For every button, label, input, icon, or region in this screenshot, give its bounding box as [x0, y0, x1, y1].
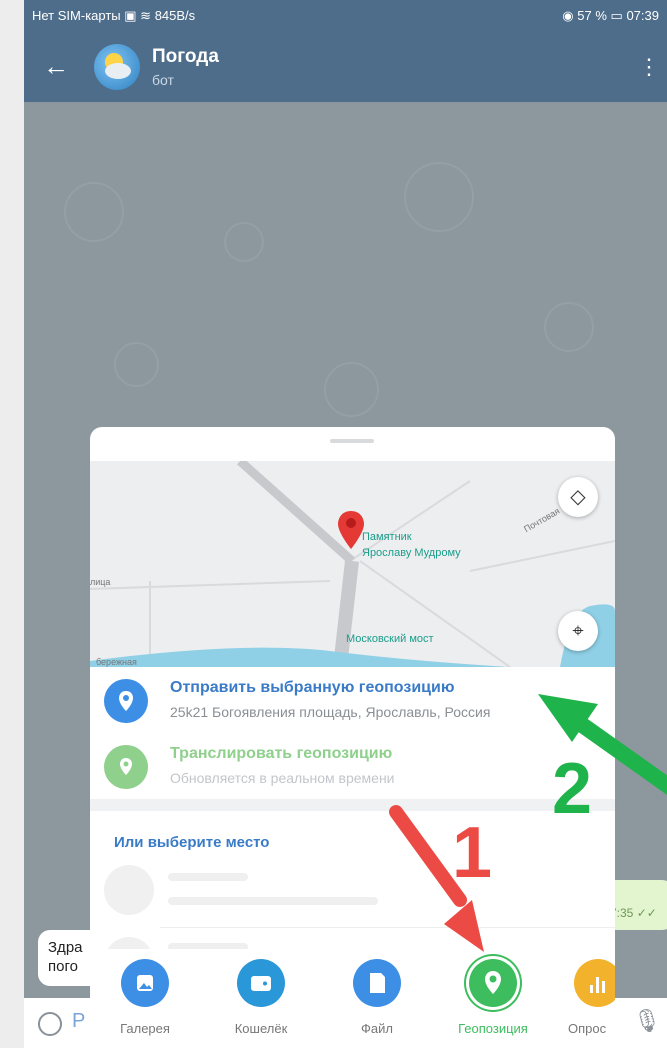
chat-header: ← Погода бот ⋮ [24, 32, 667, 102]
message-time: 7:35 ✓✓ [610, 906, 657, 920]
live-location-icon [104, 745, 148, 789]
send-location-address: 25k21 Богоявления площадь, Ярославль, Ро… [170, 704, 491, 720]
tab-label: Геопозиция [458, 1021, 528, 1036]
background-doodle [224, 222, 264, 262]
tab-label: Кошелёк [234, 1021, 288, 1036]
message-text: Здра пого [48, 939, 83, 975]
gallery-icon [121, 959, 169, 1007]
status-bar: Нет SIM-карты ▣ ≋ 845B/s ◉ 57 % ▭ 07:39 [24, 0, 667, 32]
sheet-drag-handle[interactable] [330, 439, 374, 443]
tab-label: Опрос [568, 1021, 607, 1036]
emoji-icon[interactable] [38, 1012, 62, 1036]
list-divider [160, 927, 615, 928]
status-right: ◉ 57 % ▭ 07:39 [562, 8, 659, 24]
tab-gallery[interactable]: Галерея [100, 959, 190, 1036]
location-tab-icon [469, 959, 517, 1007]
bridge-label: Московский мост [346, 633, 434, 645]
attach-menu-tabs: Галерея Кошелёк Файл Геопозиция Опрос [90, 949, 615, 1048]
chat-title[interactable]: Погода [152, 46, 219, 68]
place-placeholder-line [168, 897, 378, 905]
message-input[interactable]: Р [72, 1010, 85, 1033]
annotation-number-1: 1 [452, 813, 493, 893]
send-location-title: Отправить выбранную геопозицию [170, 679, 455, 696]
tab-location[interactable]: Геопозиция [448, 959, 538, 1036]
annotation-number-2: 2 [552, 749, 593, 829]
poll-icon [574, 959, 615, 1007]
tab-wallet[interactable]: Кошелёк [216, 959, 306, 1036]
signal-icon: ▣ ≋ [124, 8, 152, 23]
map-layers-icon[interactable]: ◇ [558, 477, 598, 517]
chat-subtitle: бот [152, 72, 174, 88]
section-divider [90, 799, 615, 811]
background-doodle [544, 302, 594, 352]
back-arrow-icon[interactable]: ← [38, 48, 74, 84]
more-menu-icon[interactable]: ⋮ [637, 50, 661, 84]
phone-screen: Нет SIM-карты ▣ ≋ 845B/s ◉ 57 % ▭ 07:39 … [24, 0, 667, 1048]
live-location-subtitle: Обновляется в реальном времени [170, 770, 395, 786]
my-location-icon[interactable]: ⌖ [558, 611, 598, 651]
network-speed: 845B/s [154, 8, 196, 23]
background-doodle [404, 162, 474, 232]
tab-poll[interactable]: Опрос [564, 959, 615, 1036]
microphone-icon[interactable]: 🎙 [633, 1008, 661, 1038]
map-view[interactable]: Памятник Ярославу Мудрому Московский мос… [90, 461, 615, 667]
background-doodle [114, 342, 159, 387]
weather-cloud-icon [105, 53, 131, 79]
battery-level: 57 % [577, 8, 607, 23]
tab-label: Галерея [120, 1021, 170, 1036]
send-selected-location[interactable]: Отправить выбранную геопозицию 25k21 Бог… [90, 667, 615, 733]
landmark-label: Памятник [362, 531, 412, 543]
places-section-title: Или выберите место [114, 834, 270, 851]
battery-icon: ▭ [610, 8, 623, 23]
road-label: лица [90, 577, 111, 587]
status-left: Нет SIM-карты ▣ ≋ 845B/s [32, 8, 195, 24]
tab-file[interactable]: Файл [332, 959, 422, 1036]
background-doodle [324, 362, 379, 417]
live-location-title: Транслировать геопозицию [170, 745, 393, 762]
sim-status: Нет SIM-карты [32, 8, 121, 23]
avatar[interactable] [94, 44, 140, 90]
attach-sheet: Памятник Ярославу Мудрому Московский мос… [90, 427, 615, 1048]
place-placeholder-line [168, 873, 248, 881]
clock: 07:39 [626, 8, 659, 23]
landmark-label: Ярославу Мудрому [362, 547, 461, 559]
tab-label: Файл [361, 1021, 393, 1036]
share-live-location[interactable]: Транслировать геопозицию Обновляется в р… [90, 733, 615, 799]
road-label: бережная [96, 657, 137, 667]
location-pin-icon [104, 679, 148, 723]
wallet-icon [237, 959, 285, 1007]
background-doodle [64, 182, 124, 242]
file-icon [353, 959, 401, 1007]
eye-icon: ◉ [562, 8, 574, 23]
place-placeholder-icon [104, 865, 154, 915]
